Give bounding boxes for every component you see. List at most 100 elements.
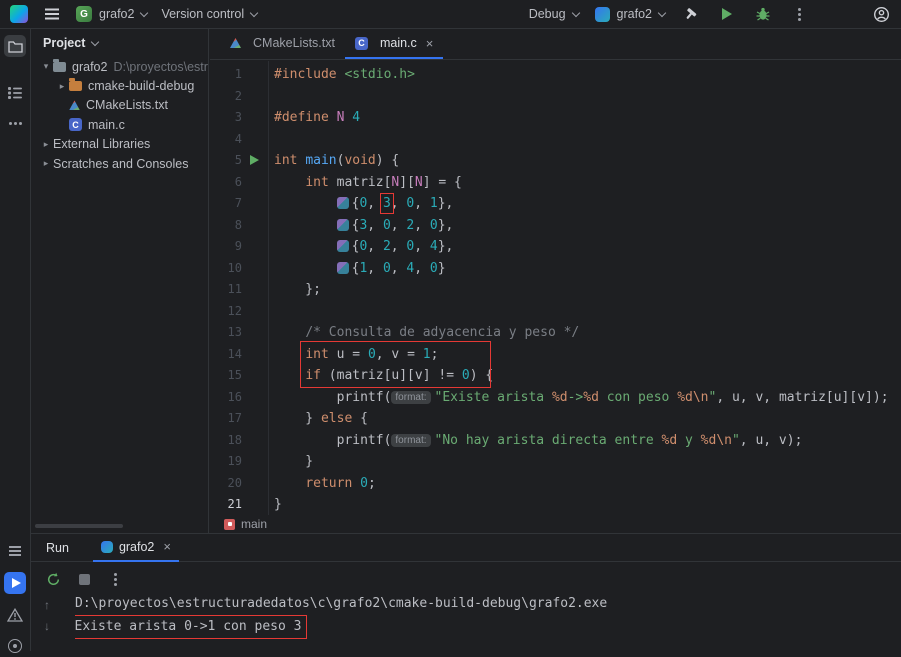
gutter[interactable]: 5 <box>210 150 268 172</box>
rerun-button[interactable] <box>43 569 63 589</box>
run-tool-button[interactable] <box>4 572 26 594</box>
code-line[interactable]: 9 {0, 2, 0, 4}, <box>210 236 901 258</box>
more-actions-button[interactable] <box>789 4 809 24</box>
gutter[interactable]: 21 <box>210 494 268 515</box>
line-number[interactable]: 10 <box>228 261 242 275</box>
gutter[interactable]: 14 <box>210 344 268 366</box>
tree-item-CMakeLists.txt[interactable]: CMakeLists.txt <box>31 96 208 115</box>
horizontal-scrollbar[interactable] <box>35 524 123 528</box>
gutter[interactable]: 10 <box>210 258 268 280</box>
gutter[interactable]: 17 <box>210 408 268 430</box>
gutter[interactable]: 13 <box>210 322 268 344</box>
gutter[interactable]: 16 <box>210 387 268 409</box>
code-line[interactable]: 19 } <box>210 451 901 473</box>
gutter[interactable]: 1 <box>210 64 268 86</box>
gutter[interactable]: 19 <box>210 451 268 473</box>
code-line[interactable]: 4 <box>210 129 901 151</box>
tree-item-main.c[interactable]: Cmain.c <box>31 115 208 134</box>
close-tab-icon[interactable]: × <box>163 539 171 554</box>
build-button[interactable] <box>681 4 701 24</box>
line-number[interactable]: 17 <box>228 411 242 425</box>
line-number[interactable]: 7 <box>235 196 242 210</box>
debug-button[interactable] <box>753 4 773 24</box>
services-tool-button[interactable] <box>4 635 26 657</box>
run-tab[interactable]: grafo2 × <box>93 534 179 562</box>
line-number[interactable]: 1 <box>235 67 242 81</box>
line-number[interactable]: 11 <box>228 282 242 296</box>
line-number[interactable]: 2 <box>235 89 242 103</box>
code-editor[interactable]: 1#include <stdio.h> 2 3#define N 4 4 5int ma… <box>210 61 901 515</box>
project-tool-button[interactable] <box>4 35 26 57</box>
profile-button[interactable] <box>871 4 891 24</box>
tab-main.c[interactable]: Cmain.c× <box>345 29 443 59</box>
line-number[interactable]: 5 <box>235 153 242 167</box>
code-line[interactable]: 16 printf(format:"Existe arista %d->%d c… <box>210 387 901 409</box>
run-line-icon[interactable] <box>250 155 259 165</box>
problems-tool-button[interactable] <box>4 604 26 626</box>
tree-item-grafo2[interactable]: ▾grafo2D:\proyectos\estru <box>31 57 208 76</box>
line-number[interactable]: 16 <box>228 390 242 404</box>
gutter[interactable]: 3 <box>210 107 268 129</box>
code-line[interactable]: 1#include <stdio.h> <box>210 64 901 86</box>
breadcrumb[interactable]: main <box>210 515 901 533</box>
code-line[interactable]: 17 } else { <box>210 408 901 430</box>
line-number[interactable]: 12 <box>228 304 242 318</box>
gutter[interactable]: 4 <box>210 129 268 151</box>
code-line[interactable]: 15 if (matriz[u][v] != 0) { <box>210 365 901 387</box>
main-menu-button[interactable] <box>42 4 62 24</box>
gutter[interactable]: 20 <box>210 473 268 495</box>
line-number[interactable]: 21 <box>228 497 242 511</box>
code-line[interactable]: 6 int matriz[N][N] = { <box>210 172 901 194</box>
tree-item-External Libraries[interactable]: ▸External Libraries <box>31 135 208 154</box>
gutter[interactable]: 8 <box>210 215 268 237</box>
line-number[interactable]: 14 <box>228 347 242 361</box>
tree-item-Scratches and Consoles[interactable]: ▸Scratches and Consoles <box>31 154 208 173</box>
line-number[interactable]: 15 <box>228 368 242 382</box>
code-line[interactable]: 2 <box>210 86 901 108</box>
code-line[interactable]: 10 {1, 0, 4, 0} <box>210 258 901 280</box>
line-number[interactable]: 13 <box>228 325 242 339</box>
more-options-button[interactable] <box>105 569 125 589</box>
project-panel-header[interactable]: Project <box>31 29 208 57</box>
line-number[interactable]: 8 <box>235 218 242 232</box>
project-widget[interactable]: G grafo2 <box>76 6 147 22</box>
code-line[interactable]: 21} <box>210 494 901 515</box>
gutter[interactable]: 7 <box>210 193 268 215</box>
gutter[interactable]: 9 <box>210 236 268 258</box>
gutter[interactable]: 12 <box>210 301 268 323</box>
code-line[interactable]: 5int main(void) { <box>210 150 901 172</box>
code-line[interactable]: 3#define N 4 <box>210 107 901 129</box>
gutter[interactable]: 18 <box>210 430 268 452</box>
line-number[interactable]: 19 <box>228 454 242 468</box>
scroll-down-icon[interactable]: ↓ <box>44 620 50 632</box>
code-line[interactable]: 18 printf(format:"No hay arista directa … <box>210 430 901 452</box>
run-configuration-selector[interactable]: grafo2 <box>595 7 665 22</box>
line-number[interactable]: 18 <box>228 433 242 447</box>
code-line[interactable]: 8 {3, 0, 2, 0}, <box>210 215 901 237</box>
line-number[interactable]: 9 <box>235 239 242 253</box>
more-tools-button[interactable] <box>4 112 26 134</box>
debug-mode-selector[interactable]: Debug <box>529 7 579 21</box>
line-number[interactable]: 4 <box>235 132 242 146</box>
close-tab-icon[interactable]: × <box>426 36 434 51</box>
structure-tool-button[interactable] <box>4 82 26 104</box>
line-number[interactable]: 6 <box>235 175 242 189</box>
gutter[interactable]: 11 <box>210 279 268 301</box>
code-line[interactable]: 7 {0, 3, 0, 1}, <box>210 193 901 215</box>
code-line[interactable]: 20 return 0; <box>210 473 901 495</box>
line-number[interactable]: 20 <box>228 476 242 490</box>
scroll-up-icon[interactable]: ↑ <box>44 599 50 611</box>
code-line[interactable]: 13 /* Consulta de adyacencia y peso */ <box>210 322 901 344</box>
run-button[interactable] <box>717 4 737 24</box>
tree-item-cmake-build-debug[interactable]: ▸cmake-build-debug <box>31 76 208 95</box>
version-control-widget[interactable]: Version control <box>161 7 257 21</box>
tab-CMakeLists.txt[interactable]: CMakeLists.txt <box>220 29 345 59</box>
code-line[interactable]: 11 }; <box>210 279 901 301</box>
stop-button[interactable] <box>74 569 94 589</box>
line-number[interactable]: 3 <box>235 110 242 124</box>
gutter[interactable]: 15 <box>210 365 268 387</box>
code-line[interactable]: 12 <box>210 301 901 323</box>
code-line[interactable]: 14 int u = 0, v = 1; <box>210 344 901 366</box>
commit-tool-button[interactable] <box>4 540 26 562</box>
gutter[interactable]: 6 <box>210 172 268 194</box>
